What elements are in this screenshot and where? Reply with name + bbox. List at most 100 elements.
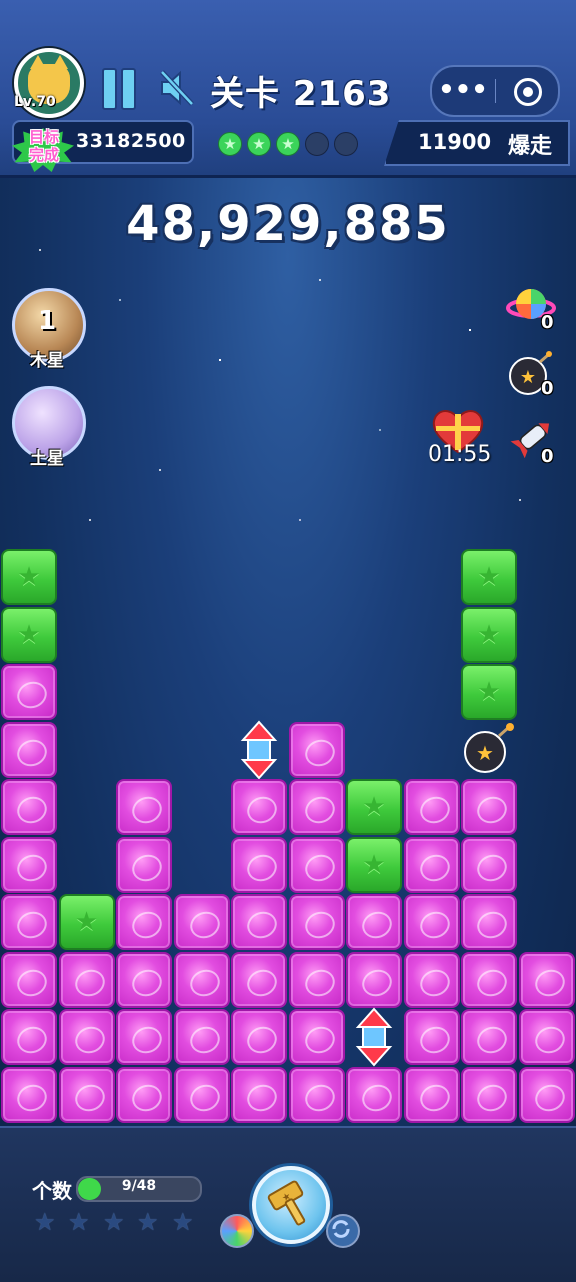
- pink-planet-block[interactable]: [346, 894, 402, 950]
- pink-planet-block[interactable]: [461, 951, 517, 1008]
- green-star-block[interactable]: [58, 894, 115, 950]
- pink-planet-block[interactable]: [288, 779, 345, 835]
- pink-planet-block[interactable]: [461, 836, 517, 893]
- rush-label: 爆走: [508, 134, 553, 159]
- pink-planet-block[interactable]: [1, 894, 57, 950]
- pause-icon-bar-left: [102, 68, 117, 110]
- close-target-button[interactable]: [514, 78, 542, 106]
- pink-planet-block[interactable]: [288, 951, 345, 1008]
- refresh-button[interactable]: [326, 1214, 360, 1248]
- pause-button[interactable]: [102, 68, 136, 110]
- green-star-block[interactable]: [461, 549, 517, 605]
- pink-planet-block[interactable]: [58, 1066, 115, 1123]
- pink-planet-block[interactable]: [1, 664, 57, 720]
- rush-score: 11900: [418, 130, 492, 154]
- pink-planet-block[interactable]: [288, 894, 345, 950]
- current-score: 48,929,885: [126, 196, 450, 252]
- star-earned-2: [247, 132, 271, 156]
- arrow-booster[interactable]: [231, 719, 287, 780]
- pink-planet-block[interactable]: [403, 779, 460, 835]
- hammer-button[interactable]: ★: [252, 1166, 330, 1244]
- pink-planet-block[interactable]: [173, 894, 230, 950]
- pink-planet-block[interactable]: [518, 1009, 575, 1065]
- green-star-block[interactable]: [461, 664, 517, 720]
- mini-program-capsule: •••: [430, 65, 560, 117]
- progress-star-1-icon: ★: [34, 1208, 56, 1236]
- pink-planet-block[interactable]: [403, 1066, 460, 1123]
- pink-planet-block[interactable]: [173, 1066, 230, 1123]
- pink-planet-block[interactable]: [346, 1066, 402, 1123]
- jupiter-label: 木星: [30, 351, 64, 371]
- progress-star-4-icon: ★: [137, 1208, 159, 1236]
- pink-planet-block[interactable]: [518, 1066, 575, 1123]
- green-star-block[interactable]: [1, 549, 57, 605]
- pink-planet-block[interactable]: [403, 951, 460, 1008]
- star-earned-3: [276, 132, 300, 156]
- pink-planet-block[interactable]: [403, 836, 460, 893]
- pink-planet-block[interactable]: [231, 894, 287, 950]
- pink-planet-block[interactable]: [518, 951, 575, 1008]
- player-level: Lv.70: [14, 94, 56, 110]
- pink-planet-block[interactable]: [116, 951, 172, 1008]
- green-star-block[interactable]: [346, 836, 402, 893]
- capsule-divider: [495, 79, 496, 103]
- pink-planet-block[interactable]: [461, 894, 517, 950]
- pink-planet-block[interactable]: [231, 779, 287, 835]
- star-empty-4: [305, 132, 329, 156]
- pink-planet-block[interactable]: [231, 1009, 287, 1065]
- count-label: 个数: [32, 1179, 72, 1203]
- pink-planet-block[interactable]: [288, 836, 345, 893]
- pink-planet-block[interactable]: [1, 1066, 57, 1123]
- sound-mute-button[interactable]: [158, 68, 196, 108]
- pink-planet-block[interactable]: [231, 836, 287, 893]
- bomb-booster[interactable]: ★: [461, 722, 517, 778]
- pink-planet-block[interactable]: [1, 951, 57, 1008]
- pink-planet-block[interactable]: [116, 894, 172, 950]
- pink-planet-block[interactable]: [116, 1066, 172, 1123]
- star-earned-1: [218, 132, 242, 156]
- pink-planet-block[interactable]: [461, 779, 517, 835]
- pink-planet-block[interactable]: [288, 1009, 345, 1065]
- goal-score: 33182500: [76, 130, 186, 152]
- green-star-block[interactable]: [461, 606, 517, 663]
- pink-planet-block[interactable]: [58, 1009, 115, 1065]
- pink-planet-block[interactable]: [231, 1066, 287, 1123]
- saturn-label: 土星: [30, 449, 64, 469]
- more-menu-button[interactable]: •••: [432, 67, 494, 115]
- pink-planet-block[interactable]: [403, 894, 460, 950]
- count-progress-text: 9/48: [121, 1178, 157, 1194]
- arrow-booster[interactable]: [346, 1007, 402, 1067]
- vertical-arrow-icon: [355, 1007, 393, 1067]
- pink-planet-block[interactable]: [346, 951, 402, 1008]
- pink-planet-block[interactable]: [173, 1009, 230, 1065]
- pink-planet-block[interactable]: [1, 1009, 57, 1065]
- green-star-block[interactable]: [346, 779, 402, 835]
- color-swap-button[interactable]: [220, 1214, 254, 1248]
- progress-star-3-icon: ★: [103, 1208, 125, 1236]
- pink-planet-block[interactable]: [403, 1009, 460, 1065]
- pink-planet-block[interactable]: [116, 779, 172, 835]
- progress-star-2-icon: ★: [68, 1208, 90, 1236]
- level-title: 关卡 2163: [210, 74, 392, 114]
- pink-planet-block[interactable]: [461, 1009, 517, 1065]
- pink-planet-block[interactable]: [116, 836, 172, 893]
- svg-text:★: ★: [476, 741, 494, 765]
- goal-complete-text: 目标 完成: [28, 128, 59, 164]
- pause-icon-bar-right: [121, 68, 136, 110]
- jupiter-count: 1: [37, 306, 57, 336]
- hammer-icon: ★: [267, 1180, 306, 1226]
- pink-planet-block[interactable]: [288, 721, 345, 778]
- pink-planet-block[interactable]: [173, 951, 230, 1008]
- pink-planet-block[interactable]: [288, 1066, 345, 1123]
- pink-planet-block[interactable]: [461, 1066, 517, 1123]
- pink-planet-block[interactable]: [1, 779, 57, 835]
- pink-planet-block[interactable]: [1, 836, 57, 893]
- pink-planet-block[interactable]: [116, 1009, 172, 1065]
- progress-star-5-icon: ★: [172, 1208, 194, 1236]
- pink-planet-block[interactable]: [231, 951, 287, 1008]
- star-empty-5: [334, 132, 358, 156]
- green-star-block[interactable]: [1, 606, 57, 663]
- pink-planet-block[interactable]: [58, 951, 115, 1008]
- speaker-muted-icon: [160, 70, 194, 106]
- pink-planet-block[interactable]: [1, 721, 57, 778]
